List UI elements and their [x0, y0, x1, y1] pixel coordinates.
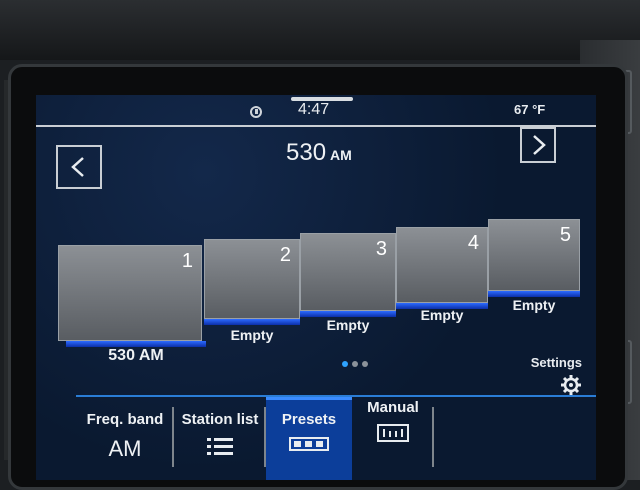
previous-station-button[interactable]: [56, 145, 102, 189]
settings-label: Settings: [530, 355, 582, 370]
list-icon: [207, 438, 233, 455]
clock: 4:47: [298, 101, 330, 118]
tab-presets[interactable]: Presets: [266, 397, 352, 480]
preset-label: Empty: [512, 297, 556, 313]
page-dot: [342, 361, 348, 367]
preset-tile-1[interactable]: 1: [58, 245, 202, 341]
tab-freq-band[interactable]: Freq. band AM: [76, 397, 174, 480]
tab-station-list[interactable]: Station list: [174, 397, 266, 480]
preset-number: 2: [279, 244, 291, 266]
outside-temperature: 67 °F: [514, 102, 546, 117]
preset-slots-icon: [289, 437, 329, 451]
preset-label: Empty: [420, 307, 464, 323]
current-station: 530 AM: [286, 139, 352, 167]
preset-label: Empty: [326, 317, 370, 333]
tab-value: AM: [108, 436, 142, 461]
infotainment-screen: 4:47 67 °F 530 AM 1 530 AM 2 Empty 3 Empt…: [36, 95, 596, 480]
page-indicator: [342, 352, 372, 371]
station-frequency: 530: [286, 139, 327, 166]
preset-number: 5: [559, 224, 571, 246]
status-divider: [36, 125, 596, 127]
station-band: AM: [330, 147, 352, 163]
preset-number: 3: [375, 238, 387, 260]
next-station-button[interactable]: [520, 127, 556, 163]
tab-manual[interactable]: Manual: [352, 397, 434, 480]
page-dot: [352, 361, 358, 367]
preset-number: 4: [467, 232, 479, 254]
chevron-left-icon: [71, 157, 84, 177]
page-dot: [362, 361, 368, 367]
tuning-scale-icon: [377, 424, 409, 442]
preset-tile-3[interactable]: 3: [300, 233, 396, 311]
gear-icon: [561, 375, 581, 395]
preset-tile-5[interactable]: 5: [488, 219, 580, 291]
status-bar: 4:47 67 °F: [36, 95, 596, 125]
tab-label: Freq. band: [86, 411, 164, 428]
tab-label: Station list: [181, 411, 259, 428]
tab-label: Presets: [281, 411, 337, 428]
preset-number: 1: [181, 250, 193, 272]
settings-button[interactable]: Settings: [531, 355, 582, 396]
chevron-right-icon: [533, 135, 546, 155]
app-connect-icon: [250, 106, 262, 118]
preset-indicator: [204, 319, 300, 325]
preset-label: Empty: [230, 327, 274, 343]
tab-label: Manual: [367, 399, 419, 416]
preset-tile-2[interactable]: 2: [204, 239, 300, 319]
tab-separator: [432, 407, 434, 467]
preset-tile-4[interactable]: 4: [396, 227, 488, 303]
preset-label: 530 AM: [108, 347, 164, 364]
dashboard-top: [0, 0, 640, 60]
